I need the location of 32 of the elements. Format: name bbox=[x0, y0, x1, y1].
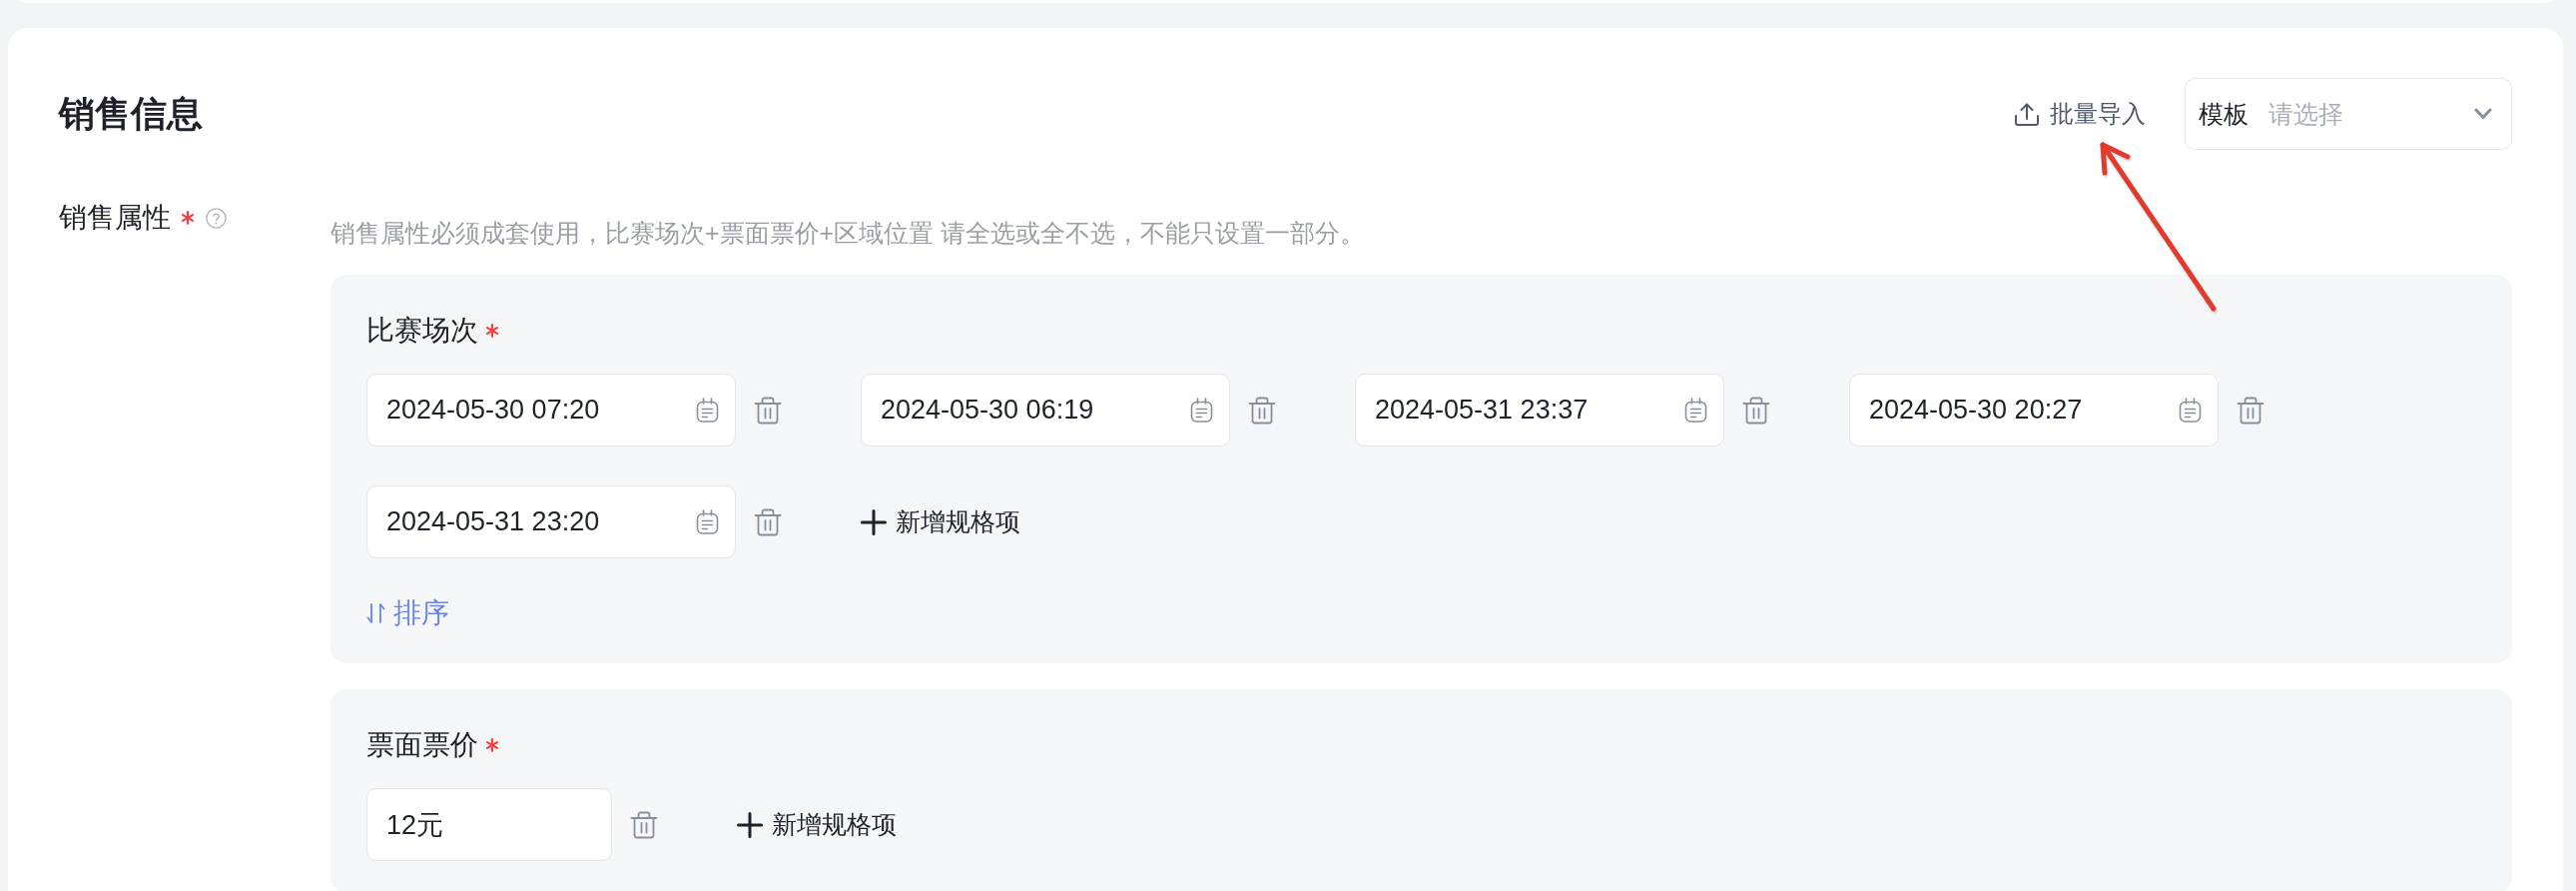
template-select[interactable]: 模板 请选择 bbox=[2185, 78, 2512, 150]
help-icon bbox=[206, 207, 227, 229]
trash-icon[interactable] bbox=[1741, 395, 1771, 426]
upload-icon bbox=[2014, 101, 2040, 127]
trash-icon[interactable] bbox=[629, 809, 659, 840]
add-spec-button[interactable]: 新增规格项 bbox=[737, 788, 897, 861]
calendar-icon bbox=[696, 398, 719, 423]
calendar-icon bbox=[1190, 398, 1213, 423]
trash-icon[interactable] bbox=[753, 506, 783, 537]
date-picker-field[interactable]: 2024-05-30 20:27 bbox=[1849, 374, 2219, 446]
plus-icon bbox=[737, 811, 763, 838]
date-picker-field[interactable]: 2024-05-31 23:20 bbox=[366, 485, 736, 558]
form-label: 销售属性 bbox=[59, 201, 171, 235]
date-picker-field[interactable]: 2024-05-30 06:19 bbox=[861, 374, 1230, 446]
trash-icon[interactable] bbox=[753, 395, 783, 426]
group-title: 比赛场次 bbox=[366, 314, 478, 348]
hint-text: 销售属性必须成套使用，比赛场次+票面票价+区域位置 请全选或全不选，不能只设置一部分。 bbox=[330, 218, 1367, 249]
input-field[interactable]: 12元 bbox=[366, 788, 612, 861]
sort-icon bbox=[366, 602, 385, 624]
import-button[interactable]: 批量导入 bbox=[2014, 98, 2146, 130]
trash-icon[interactable] bbox=[2236, 395, 2265, 426]
plus-icon bbox=[861, 508, 887, 535]
add-spec-button[interactable]: 新增规格项 bbox=[861, 485, 1020, 558]
date-picker-field[interactable]: 2024-05-30 07:20 bbox=[366, 374, 736, 446]
calendar-icon bbox=[2179, 398, 2202, 423]
chevron-down-icon bbox=[2474, 108, 2492, 120]
date-picker-field[interactable]: 2024-05-31 23:37 bbox=[1355, 374, 1724, 446]
trash-icon[interactable] bbox=[1247, 395, 1277, 426]
section-title: 销售信息 bbox=[59, 92, 203, 136]
calendar-icon bbox=[696, 509, 719, 534]
calendar-icon bbox=[1684, 398, 1707, 423]
group-title: 票面票价 bbox=[366, 728, 478, 762]
